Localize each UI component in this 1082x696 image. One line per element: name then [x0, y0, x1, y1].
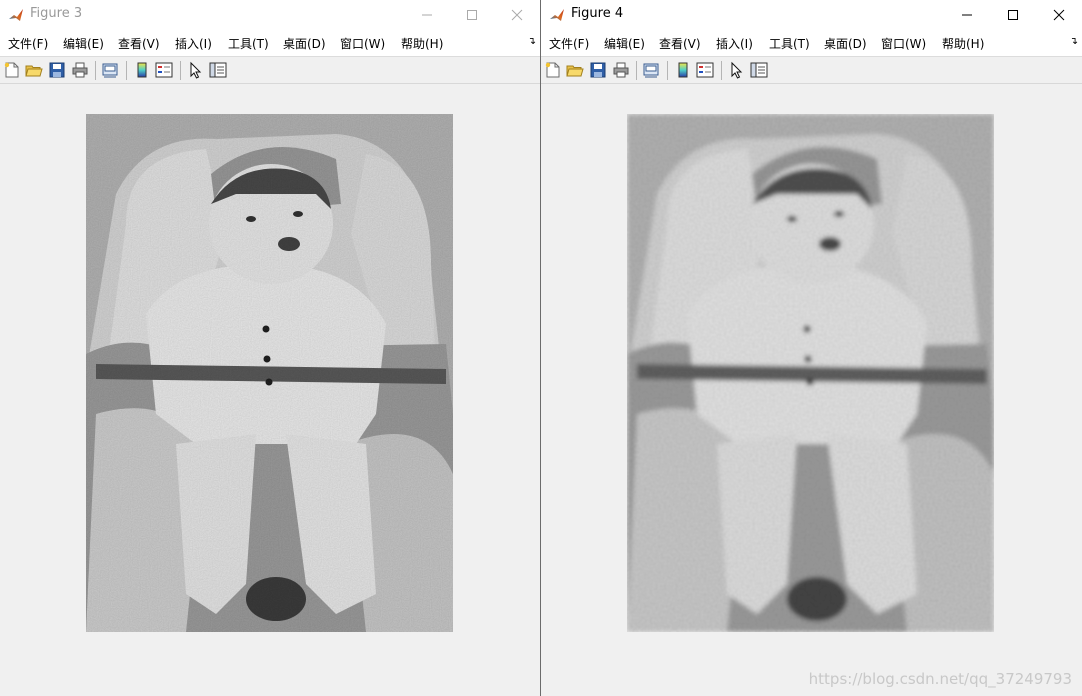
menu-edit[interactable]: 编辑(E) [604, 35, 645, 52]
save-icon[interactable] [48, 61, 66, 79]
menu-file[interactable]: 文件(F) [549, 35, 589, 52]
maximize-button[interactable] [990, 0, 1036, 30]
close-icon [1053, 9, 1065, 21]
image-axes[interactable] [86, 114, 453, 632]
close-icon [511, 9, 523, 21]
menubar: 文件(F) 编辑(E) 查看(V) 插入(I) 工具(T) 桌面(D) 窗口(W… [0, 30, 540, 57]
menu-tools[interactable]: 工具(T) [228, 35, 269, 52]
window-title: Figure 3 [30, 6, 83, 21]
chevron-overflow-icon[interactable]: ↴ [528, 36, 536, 47]
toolbar-separator [95, 61, 96, 80]
open-file-icon[interactable] [566, 61, 584, 79]
menu-insert[interactable]: 插入(I) [716, 35, 753, 52]
colorbar-icon[interactable] [674, 61, 692, 79]
minimize-button[interactable] [404, 0, 450, 30]
print-icon[interactable] [71, 61, 89, 79]
window-title: Figure 4 [571, 6, 624, 21]
legend-icon[interactable] [696, 61, 714, 79]
figure-toolbar [541, 57, 1082, 84]
figure-3-titlebar[interactable]: Figure 3 [0, 0, 540, 30]
new-figure-icon[interactable] [544, 61, 562, 79]
menu-file[interactable]: 文件(F) [8, 35, 48, 52]
menu-tools[interactable]: 工具(T) [769, 35, 810, 52]
minimize-icon [422, 14, 432, 16]
image-axes[interactable] [627, 114, 994, 632]
close-button[interactable] [1036, 0, 1082, 30]
figure-toolbar [0, 57, 540, 84]
menu-view[interactable]: 查看(V) [659, 35, 701, 52]
pointer-icon[interactable] [728, 61, 746, 79]
menu-desktop[interactable]: 桌面(D) [283, 35, 326, 52]
colorbar-icon[interactable] [133, 61, 151, 79]
print-preview-icon[interactable] [101, 61, 119, 79]
matlab-logo-icon [549, 7, 565, 23]
menu-window[interactable]: 窗口(W) [340, 35, 385, 52]
menu-help[interactable]: 帮助(H) [942, 35, 984, 52]
maximize-icon [467, 10, 477, 20]
minimize-icon [962, 14, 972, 16]
print-icon[interactable] [612, 61, 630, 79]
menu-insert[interactable]: 插入(I) [175, 35, 212, 52]
new-figure-icon[interactable] [3, 61, 21, 79]
toolbar-separator [721, 61, 722, 80]
figure-4-titlebar[interactable]: Figure 4 [541, 0, 1082, 30]
menu-desktop[interactable]: 桌面(D) [824, 35, 867, 52]
open-file-icon[interactable] [25, 61, 43, 79]
property-inspector-icon[interactable] [209, 61, 227, 79]
maximize-icon [1008, 10, 1018, 20]
minimize-button[interactable] [944, 0, 990, 30]
menu-view[interactable]: 查看(V) [118, 35, 160, 52]
property-inspector-icon[interactable] [750, 61, 768, 79]
menu-window[interactable]: 窗口(W) [881, 35, 926, 52]
chevron-overflow-icon[interactable]: ↴ [1070, 36, 1078, 47]
watermark: https://blog.csdn.net/qq_37249793 [808, 670, 1072, 688]
legend-icon[interactable] [155, 61, 173, 79]
maximize-button[interactable] [449, 0, 495, 30]
print-preview-icon[interactable] [642, 61, 660, 79]
close-button[interactable] [494, 0, 540, 30]
save-icon[interactable] [589, 61, 607, 79]
toolbar-separator [636, 61, 637, 80]
toolbar-separator [126, 61, 127, 80]
figure-3-window: Figure 3 文件(F) 编辑(E) 查看(V) 插入(I) 工具(T) 桌… [0, 0, 540, 696]
matlab-logo-icon [8, 7, 24, 23]
menubar: 文件(F) 编辑(E) 查看(V) 插入(I) 工具(T) 桌面(D) 窗口(W… [541, 30, 1082, 57]
toolbar-separator [180, 61, 181, 80]
menu-help[interactable]: 帮助(H) [401, 35, 443, 52]
toolbar-separator [667, 61, 668, 80]
menu-edit[interactable]: 编辑(E) [63, 35, 104, 52]
figure-4-window: Figure 4 文件(F) 编辑(E) 查看(V) 插入(I) 工具(T) 桌… [541, 0, 1082, 696]
pointer-icon[interactable] [187, 61, 205, 79]
